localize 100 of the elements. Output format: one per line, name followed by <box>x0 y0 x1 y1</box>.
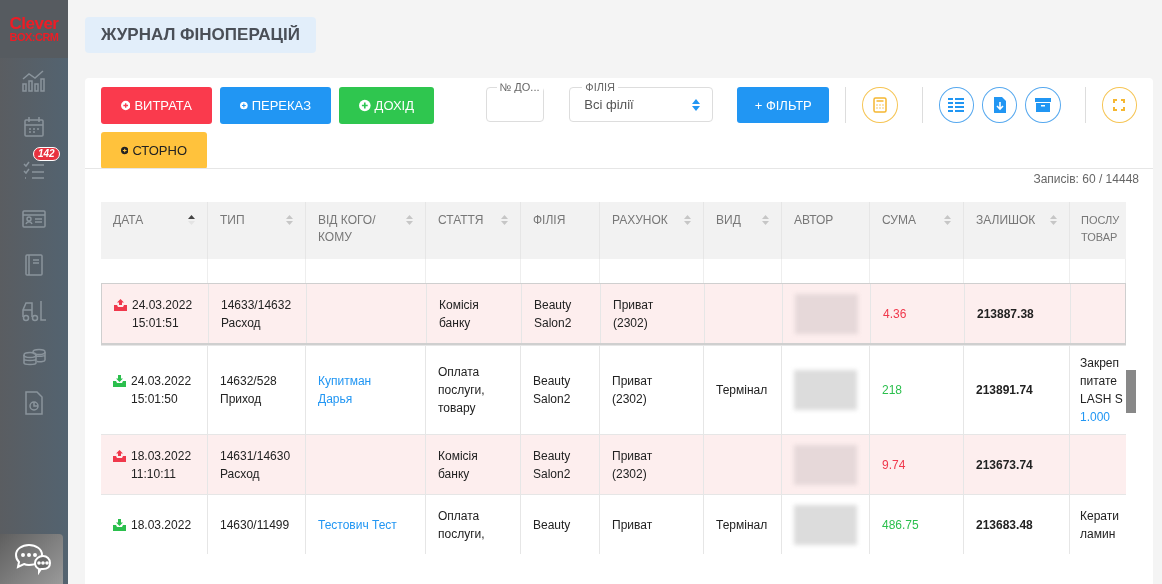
balance-text: 213673.74 <box>976 456 1033 474</box>
date-text: 24.03.2022 <box>132 296 193 314</box>
action-button[interactable]: СТОРНО <box>101 132 207 169</box>
time-text: 15:01:51 <box>132 314 179 332</box>
table-row[interactable]: 18.03.2022 14630/11499 Тестович Тест Оплата послуги, Beauty Приват Термінал 486.75 213683.48 Керати ламин <box>101 494 1126 554</box>
table-cell-text: Расход <box>220 465 260 483</box>
date-text: 24.03.2022 <box>131 373 192 390</box>
columns-icon[interactable] <box>938 87 975 123</box>
client-link[interactable]: Дарья <box>318 390 353 408</box>
fullscreen-icon[interactable] <box>1101 87 1137 123</box>
checklist-icon[interactable] <box>23 161 45 181</box>
plus-circle-icon <box>240 99 248 112</box>
chart-icon[interactable] <box>21 69 47 93</box>
chat-button[interactable] <box>0 534 63 584</box>
table-cell-text: 14631/14630 <box>220 447 291 465</box>
table-cell-text: Приват <box>612 447 653 465</box>
time-text: 11:10:11 <box>131 465 176 483</box>
report-icon[interactable] <box>24 391 44 415</box>
action-button[interactable]: ДОХІД <box>339 87 434 124</box>
logo-text: Clever <box>9 15 59 32</box>
client-link[interactable]: Тестович Тест <box>318 515 397 534</box>
amount-text: 218 <box>882 382 903 399</box>
amount-text: 9.74 <box>882 456 906 474</box>
archive-icon[interactable] <box>1025 87 1061 123</box>
table-cell-text: 14632/528 <box>220 373 277 390</box>
download-icon <box>113 518 126 531</box>
table-cell-text: Керати <box>1080 507 1119 525</box>
download-icon <box>113 375 126 387</box>
table-cell-text: Комісія <box>439 296 479 314</box>
column-header[interactable]: ВИД <box>704 202 782 259</box>
date-text: 18.03.2022 <box>131 447 192 465</box>
table-cell-text: Salon2 <box>533 391 571 408</box>
table-cell-text: (2302) <box>612 391 647 408</box>
table-cell-text: банку <box>438 465 470 483</box>
table-cell-text: Оплата <box>438 507 480 525</box>
logo-text: BOX:CRM <box>9 32 59 43</box>
forklift-icon[interactable] <box>21 300 47 322</box>
scrollbar-thumb[interactable] <box>1126 370 1136 413</box>
table-cell-text: Salon2 <box>533 465 571 483</box>
table-cell-text: Beauty <box>533 516 571 534</box>
table-cell-text: Оплата <box>438 364 480 381</box>
column-header[interactable]: ТИП <box>208 202 306 259</box>
balance-text: 213887.38 <box>977 305 1034 323</box>
table-cell-text: 14630/11499 <box>220 516 290 534</box>
records-count: Записів: 60 / 14448 <box>1033 171 1140 188</box>
table-cell-text: питате <box>1080 373 1117 390</box>
coins-icon[interactable] <box>22 347 46 367</box>
upload-icon <box>114 298 127 311</box>
column-header[interactable]: ПОСЛУ ТОВАР <box>1070 202 1126 259</box>
blurred-author <box>794 370 857 410</box>
table-row[interactable]: 18.03.2022 11:10:11 14631/14630 Расход Комісія банку Beauty Salon2 Приват (2302) 9.74 213673.74 <box>101 434 1126 494</box>
balance-text: 213683.48 <box>976 516 1033 534</box>
table-cell-text: ламин <box>1080 525 1116 543</box>
date-text: 18.03.2022 <box>131 516 192 534</box>
table-cell-text: Комісія <box>438 447 478 465</box>
plus-circle-icon <box>121 99 131 112</box>
column-header[interactable]: СТАТТЯ <box>426 202 521 259</box>
column-header[interactable]: АВТОР <box>782 202 870 259</box>
id-card-icon[interactable] <box>22 209 46 229</box>
table-cell-text: банку <box>439 314 471 332</box>
count-badge: 142 <box>33 147 60 161</box>
client-link[interactable]: Купитман <box>318 372 372 390</box>
table-cell-text: Термінал <box>716 382 768 399</box>
table-cell-text: Beauty <box>534 296 572 314</box>
table-cell-text: Beauty <box>533 447 571 465</box>
book-icon[interactable] <box>24 254 44 276</box>
table-cell-text: 14633/14632 <box>221 296 292 314</box>
table-cell-text: Приход <box>220 391 262 408</box>
table-cell-text: (2302) <box>613 314 648 332</box>
column-header[interactable]: СУМА <box>870 202 964 259</box>
sort-icon[interactable] <box>188 215 195 225</box>
quantity-link[interactable]: 1.000 <box>1080 408 1111 426</box>
table-cell-text: Расход <box>221 314 261 332</box>
select-arrows-icon <box>692 98 701 111</box>
table-row[interactable]: 24.03.2022 15:01:51 14633/14632 Расход Комісія банку Beauty Salon2 Приват (2302) 4.36 213887.38 <box>101 283 1126 345</box>
filter-button[interactable]: + ФІЛЬТР <box>737 87 830 123</box>
amount-text: 486.75 <box>882 516 919 534</box>
table-cell-text: послуги, <box>438 382 485 399</box>
column-header[interactable]: РАХУНОК <box>600 202 704 259</box>
column-header[interactable]: ФІЛІЯ <box>521 202 600 259</box>
upload-icon <box>113 449 126 462</box>
file-download-icon[interactable] <box>982 87 1018 123</box>
chat-icon[interactable] <box>12 543 51 575</box>
column-header[interactable]: ВІД КОГО/КОМУ <box>306 202 426 259</box>
table-cell-text: Приват <box>612 373 653 390</box>
table-cell-text: Термінал <box>716 516 768 534</box>
calendar-icon[interactable] <box>23 116 45 138</box>
column-header[interactable]: ЗАЛИШОК <box>964 202 1070 259</box>
amount-text: 4.36 <box>883 305 907 323</box>
table-cell-text: (2302) <box>612 465 647 483</box>
calculator-icon[interactable] <box>862 87 898 123</box>
action-button[interactable]: ВИТРАТА <box>101 87 212 124</box>
table-cell-text: послуги, <box>438 525 485 543</box>
column-header[interactable]: ДАТА <box>101 202 208 259</box>
blurred-author <box>794 504 857 545</box>
action-button[interactable]: ПЕРЕКАЗ <box>220 87 331 124</box>
table-cell-text: LASH S <box>1080 391 1123 408</box>
plus-circle-icon <box>121 144 129 157</box>
page-title: ЖУРНАЛ ФІНОПЕРАЦІЙ <box>85 17 316 53</box>
plus-circle-icon <box>359 99 371 112</box>
